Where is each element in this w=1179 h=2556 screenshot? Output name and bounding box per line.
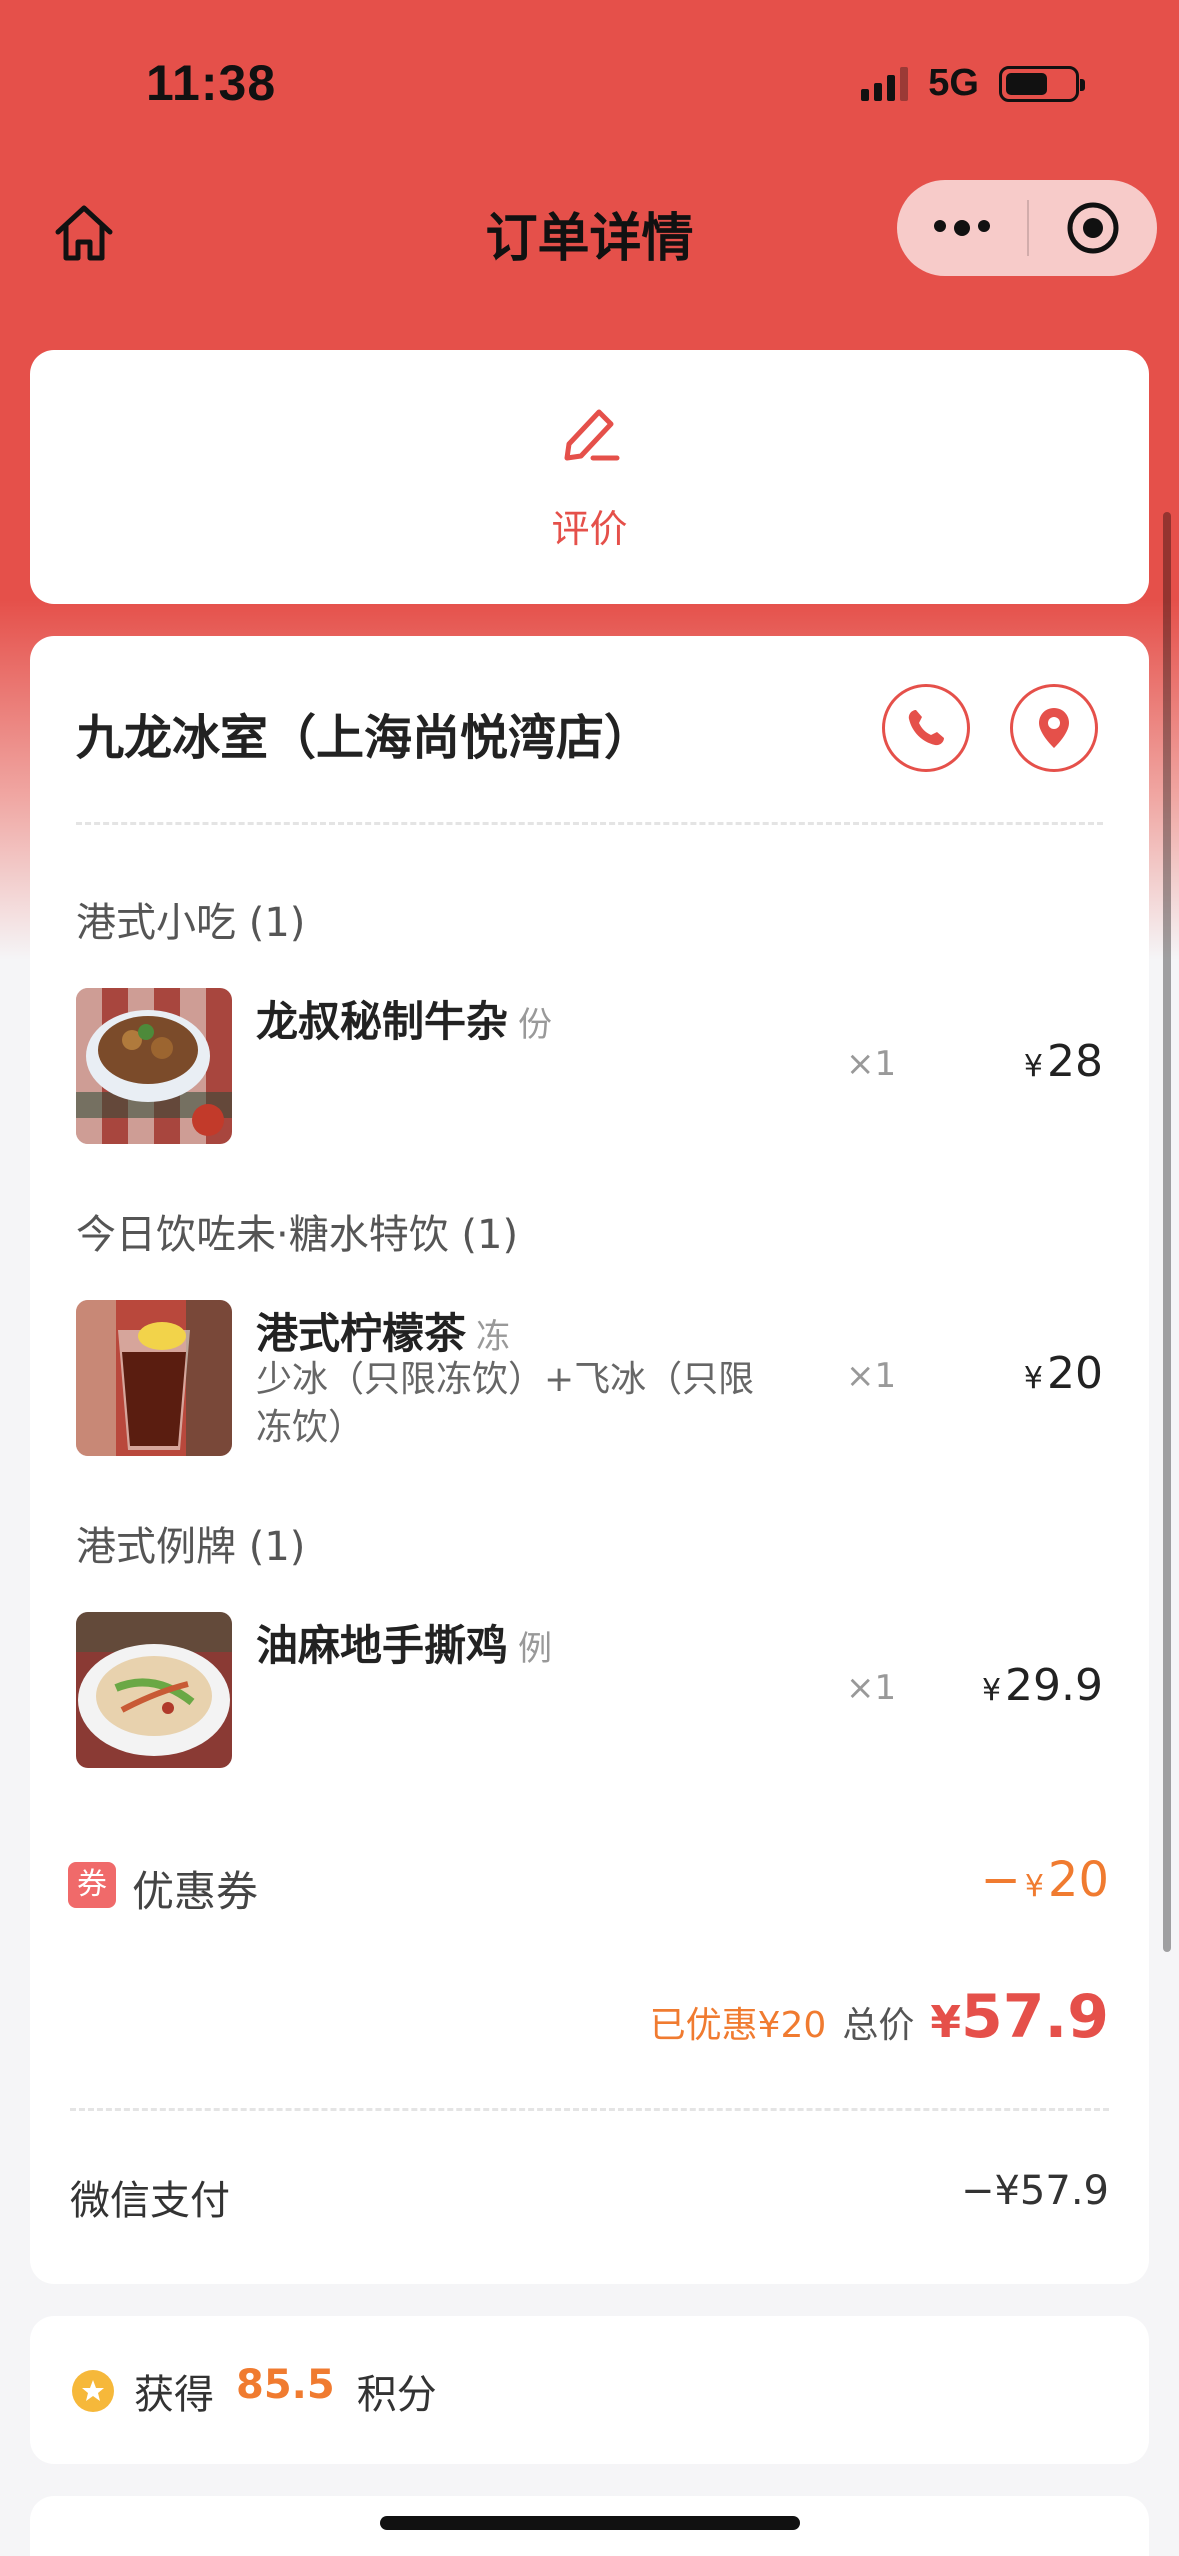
item-spec: 少冰（只限冻饮）+飞冰（只限冻饮） (256, 1359, 755, 1448)
order-card: 九龙冰室（上海尚悦湾店） 港式小吃 (1) 龙叔秘制牛杂份 ×1 ¥28 今日饮… (30, 636, 1149, 2284)
location-pin-icon (1039, 708, 1069, 748)
currency-symbol: ¥ (1023, 1049, 1043, 1084)
more-dot-icon (978, 220, 990, 232)
signal-icon (861, 66, 909, 101)
status-time: 11:38 (146, 55, 277, 111)
store-location-button[interactable] (1010, 684, 1098, 772)
item-price: ¥20 (1024, 1348, 1103, 1399)
points-earned: 获得 85.5 积分 (134, 2362, 437, 2420)
saved-amount: 已优惠¥20 (649, 2005, 827, 2046)
more-dot-icon (934, 220, 946, 232)
scrollbar[interactable] (1163, 512, 1171, 1952)
item-name: 港式柠檬茶冻 (256, 1300, 510, 1361)
star-coin-icon (72, 2370, 114, 2412)
coupon-amount-value: 20 (1047, 1852, 1109, 1908)
divider (76, 822, 1103, 825)
item-price-value: 20 (1047, 1348, 1103, 1399)
item-quantity: ×1 (846, 1356, 897, 1396)
close-miniprogram-button[interactable] (1029, 200, 1157, 256)
item-price: ¥29.9 (982, 1660, 1103, 1711)
points-suffix: 积分 (356, 2372, 437, 2418)
item-unit: 例 (518, 1629, 553, 1669)
item-quantity: ×1 (846, 1044, 897, 1084)
total-price: ¥57.9 (930, 1982, 1109, 2052)
review-label: 评价 (551, 507, 628, 551)
call-store-button[interactable] (882, 684, 970, 772)
network-label: 5G (928, 62, 979, 104)
item-unit: 份 (518, 1005, 553, 1045)
item-name-text: 油麻地手撕鸡 (256, 1621, 509, 1670)
item-image-lemon-tea (76, 1300, 232, 1456)
item-name: 龙叔秘制牛杂份 (256, 988, 552, 1049)
currency-symbol: ¥ (1024, 1869, 1044, 1904)
status-icons: 5G (861, 62, 1085, 105)
miniprogram-capsule (897, 180, 1157, 276)
coupon-amount: − ¥20 (981, 1852, 1109, 1908)
item-unit: 冻 (476, 1317, 511, 1357)
review-card[interactable]: 评价 (30, 350, 1149, 604)
category-title: 港式例牌 (1) (76, 1524, 306, 1570)
battery-icon (999, 65, 1085, 102)
total-label: 总价 (842, 2005, 915, 2046)
price-summary: 已优惠¥20 总价 ¥57.9 (650, 1982, 1109, 2052)
divider (70, 2108, 1109, 2111)
coupon-sign: − (980, 1852, 1021, 1908)
currency-symbol: ¥ (930, 1997, 961, 2048)
category-title: 港式小吃 (1) (76, 900, 306, 946)
item-image-shredded-chicken (76, 1612, 232, 1768)
more-button[interactable] (897, 220, 1027, 236)
item-name-text: 港式柠檬茶 (256, 1309, 467, 1358)
currency-symbol: ¥ (981, 1673, 1002, 1708)
payment-amount: −¥57.9 (960, 2168, 1109, 2214)
item-price-value: 29.9 (1005, 1660, 1103, 1711)
target-icon (1067, 202, 1119, 254)
store-name: 九龙冰室（上海尚悦湾店） (76, 710, 653, 766)
phone-icon (908, 710, 944, 746)
item-price-value: 28 (1047, 1036, 1103, 1087)
points-value: 85.5 (236, 2362, 335, 2408)
coupon-label: 优惠券 (132, 1867, 259, 1916)
category-title: 今日饮咗未·糖水特饮 (1) (76, 1212, 519, 1258)
total-price-value: 57.9 (960, 1982, 1109, 2052)
points-card: 获得 85.5 积分 (30, 2316, 1149, 2464)
home-indicator[interactable] (380, 2516, 800, 2530)
item-image-beef-offal (76, 988, 232, 1144)
currency-symbol: ¥ (1023, 1361, 1043, 1396)
item-name-text: 龙叔秘制牛杂 (256, 997, 509, 1046)
item-price: ¥28 (1024, 1036, 1103, 1087)
payment-method: 微信支付 (70, 2178, 230, 2224)
points-prefix: 获得 (134, 2372, 214, 2418)
edit-icon (564, 409, 620, 461)
more-dot-icon (954, 220, 970, 236)
item-quantity: ×1 (846, 1668, 897, 1708)
coupon-badge: 券 (68, 1862, 116, 1908)
item-name: 油麻地手撕鸡例 (256, 1612, 552, 1673)
